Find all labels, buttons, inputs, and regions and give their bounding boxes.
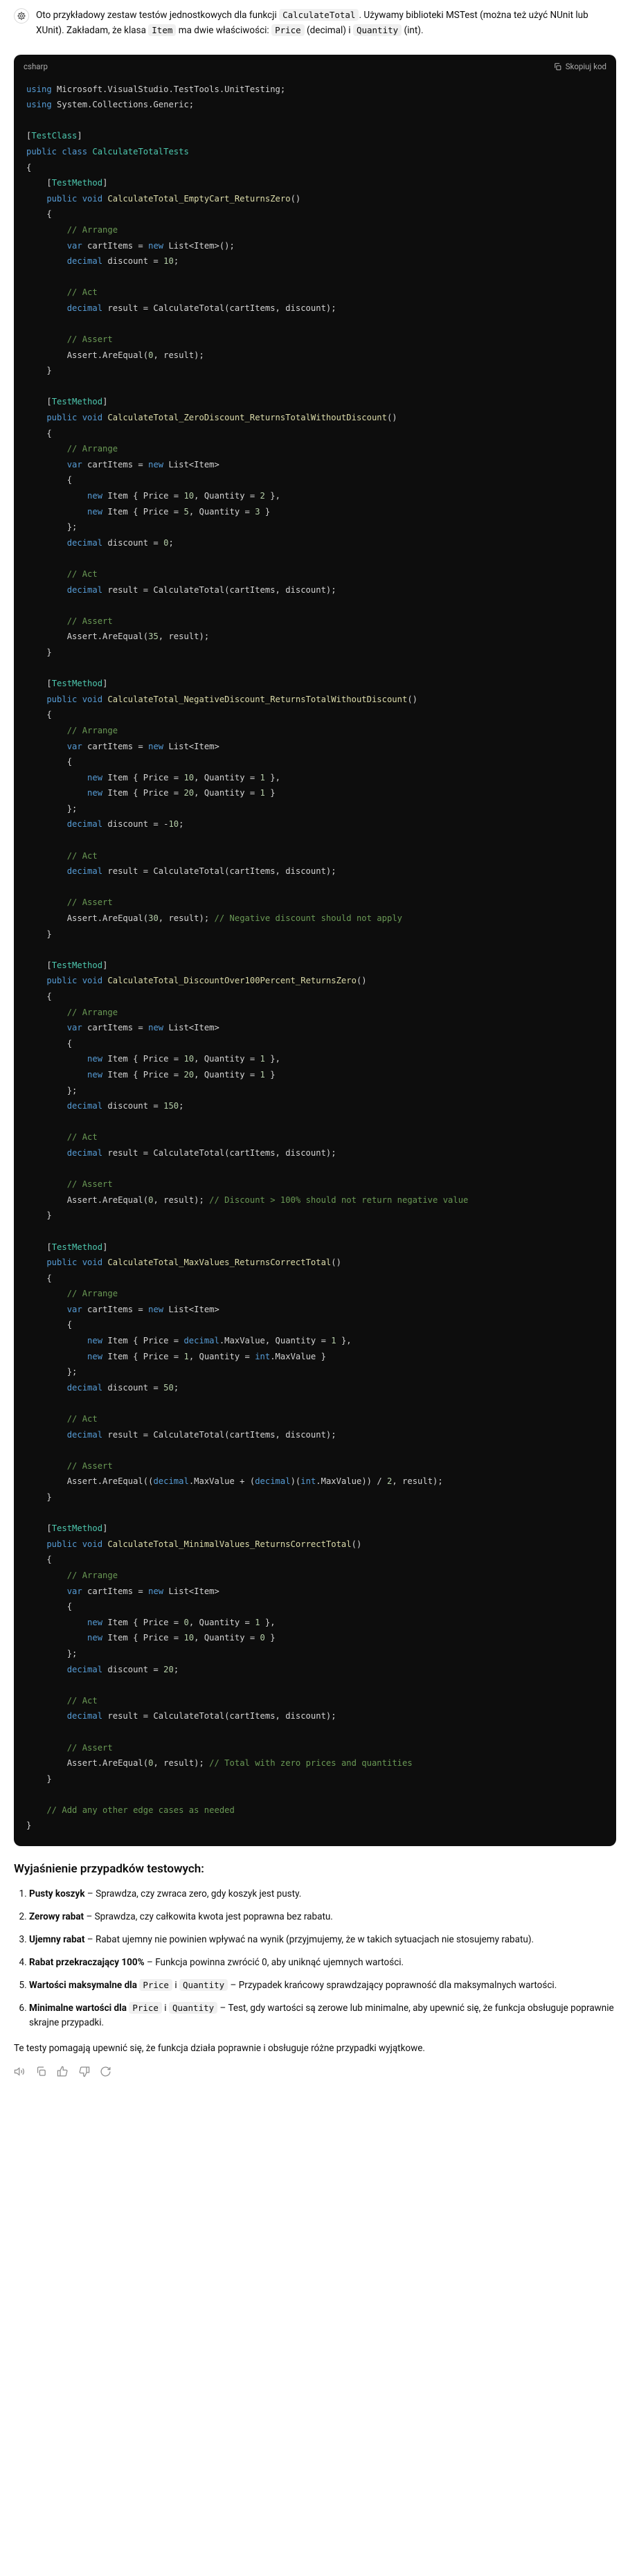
copy-icon[interactable] — [35, 2066, 47, 2077]
footer-note: Te testy pomagają upewnić się, że funkcj… — [14, 2041, 616, 2057]
list-item: Minimalne wartości dla Price i Quantity … — [29, 2001, 616, 2030]
list-item: Pusty koszyk – Sprawdza, czy zwraca zero… — [29, 1887, 616, 1902]
thumbs-up-icon[interactable] — [57, 2066, 69, 2077]
intro-text: (int). — [402, 25, 423, 36]
list-item: Wartości maksymalne dla Price i Quantity… — [29, 1978, 616, 1993]
code-content[interactable]: using Microsoft.VisualStudio.TestTools.U… — [14, 79, 616, 1847]
regenerate-icon[interactable] — [100, 2066, 111, 2077]
copy-icon — [553, 62, 562, 71]
copy-code-button[interactable]: Skopiuj kod — [553, 60, 606, 73]
inline-code: Quantity — [353, 24, 402, 36]
code-block: csharp Skopiuj kod using Microsoft.Visua… — [14, 55, 616, 1846]
assistant-avatar-icon — [14, 8, 29, 24]
inline-code: CalculateTotal — [279, 9, 359, 21]
list-item: Ujemny rabat – Rabat ujemny nie powinien… — [29, 1933, 616, 1947]
code-header: csharp Skopiuj kod — [14, 55, 616, 78]
explanation-title: Wyjaśnienie przypadków testowych: — [14, 1860, 616, 1879]
inline-code: Item — [148, 24, 176, 36]
code-lang: csharp — [24, 60, 48, 73]
intro-paragraph: Oto przykładowy zestaw testów jednostkow… — [36, 8, 616, 38]
list-item: Rabat przekraczający 100% – Funkcja powi… — [29, 1956, 616, 1970]
speaker-icon[interactable] — [14, 2066, 26, 2077]
action-bar — [14, 2066, 616, 2077]
list-item: Zerowy rabat – Sprawdza, czy całkowita k… — [29, 1910, 616, 1924]
intro-text: ma dwie właściwości: — [176, 25, 271, 36]
intro-text: (decimal) i — [305, 25, 353, 36]
copy-label: Skopiuj kod — [566, 60, 606, 73]
explanation-list: Pusty koszyk – Sprawdza, czy zwraca zero… — [14, 1887, 616, 2030]
inline-code: Price — [271, 24, 305, 36]
thumbs-down-icon[interactable] — [78, 2066, 90, 2077]
message-header: Oto przykładowy zestaw testów jednostkow… — [14, 8, 616, 49]
intro-text: Oto przykładowy zestaw testów jednostkow… — [36, 10, 279, 21]
